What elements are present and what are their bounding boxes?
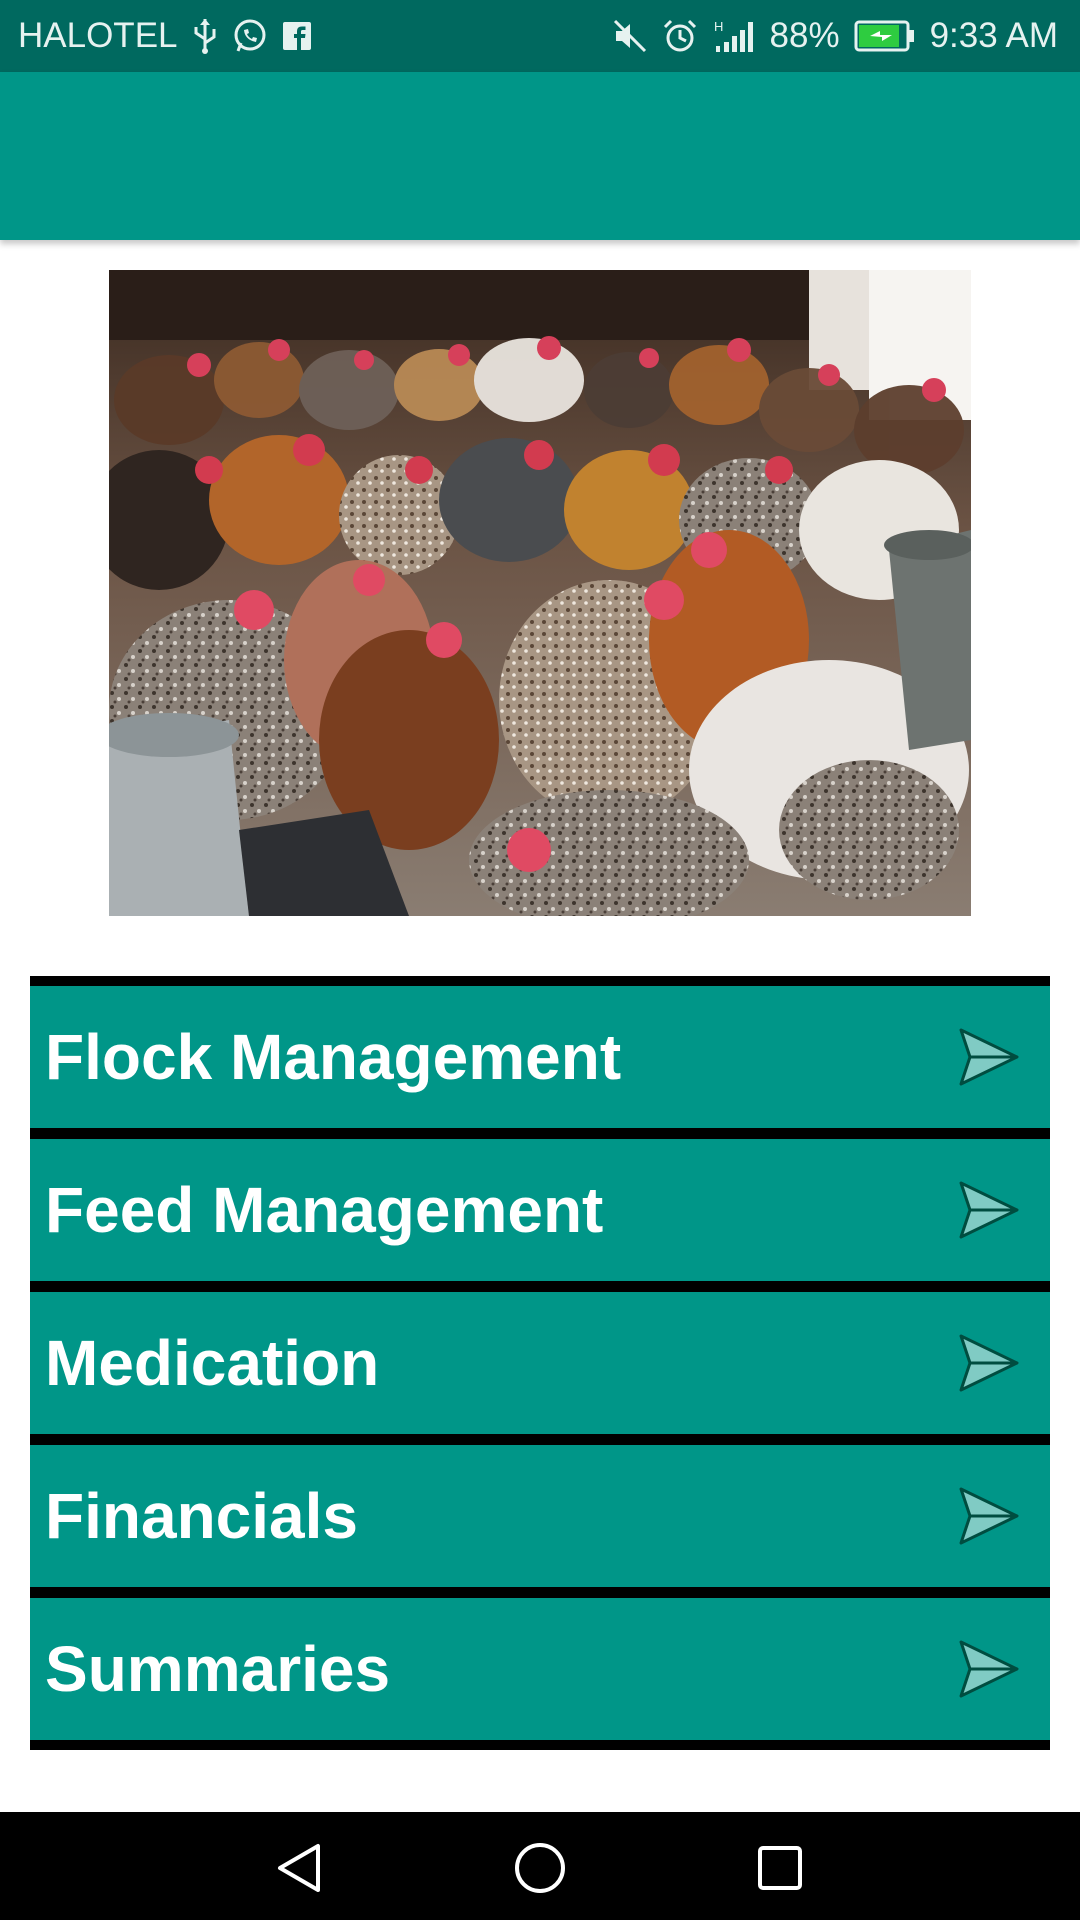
recents-icon	[758, 1846, 802, 1890]
main-menu: Flock Management Feed Management Medicat…	[30, 976, 1050, 1750]
carrier-name: HALOTEL	[18, 16, 178, 55]
usb-icon	[192, 17, 218, 55]
battery-percent: 88%	[769, 16, 840, 55]
send-arrow-icon	[959, 1487, 1019, 1545]
whatsapp-icon	[232, 18, 268, 54]
menu-item-label: Summaries	[45, 1633, 391, 1705]
menu-item-label: Medication	[45, 1327, 380, 1399]
menu-item-financials[interactable]: Financials	[30, 1445, 1050, 1587]
clock-time: 9:33 AM	[929, 16, 1058, 55]
signal-icon: H	[712, 18, 756, 54]
hero-image-chickens	[109, 270, 971, 916]
home-icon	[515, 1843, 565, 1893]
menu-item-label: Flock Management	[45, 1021, 622, 1093]
menu-item-summaries[interactable]: Summaries	[30, 1598, 1050, 1740]
status-bar: HALOTEL H 88% 9:33 AM	[0, 0, 1080, 72]
battery-charging-icon	[854, 20, 916, 52]
menu-item-flock-management[interactable]: Flock Management	[30, 986, 1050, 1128]
network-type-label: H	[714, 19, 723, 34]
back-icon	[278, 1844, 320, 1892]
screen: HALOTEL H 88% 9:33 AM Flock Management F…	[0, 0, 1080, 1920]
alarm-icon	[662, 18, 698, 54]
status-bar-left: HALOTEL	[18, 0, 312, 72]
mute-icon	[612, 18, 648, 54]
send-arrow-icon	[959, 1334, 1019, 1392]
facebook-icon	[282, 21, 312, 51]
recents-button[interactable]	[750, 1838, 810, 1898]
back-button[interactable]	[270, 1838, 330, 1898]
send-arrow-icon	[959, 1640, 1019, 1698]
app-bar	[0, 72, 1080, 240]
menu-item-label: Feed Management	[45, 1174, 604, 1246]
send-arrow-icon	[959, 1181, 1019, 1239]
home-button[interactable]	[510, 1838, 570, 1898]
menu-item-feed-management[interactable]: Feed Management	[30, 1139, 1050, 1281]
menu-item-label: Financials	[45, 1480, 358, 1552]
chickens-photo	[109, 270, 971, 916]
send-arrow-icon	[959, 1028, 1019, 1086]
navigation-bar	[0, 1812, 1080, 1920]
menu-item-medication[interactable]: Medication	[30, 1292, 1050, 1434]
status-bar-right: H 88% 9:33 AM	[612, 0, 1058, 72]
